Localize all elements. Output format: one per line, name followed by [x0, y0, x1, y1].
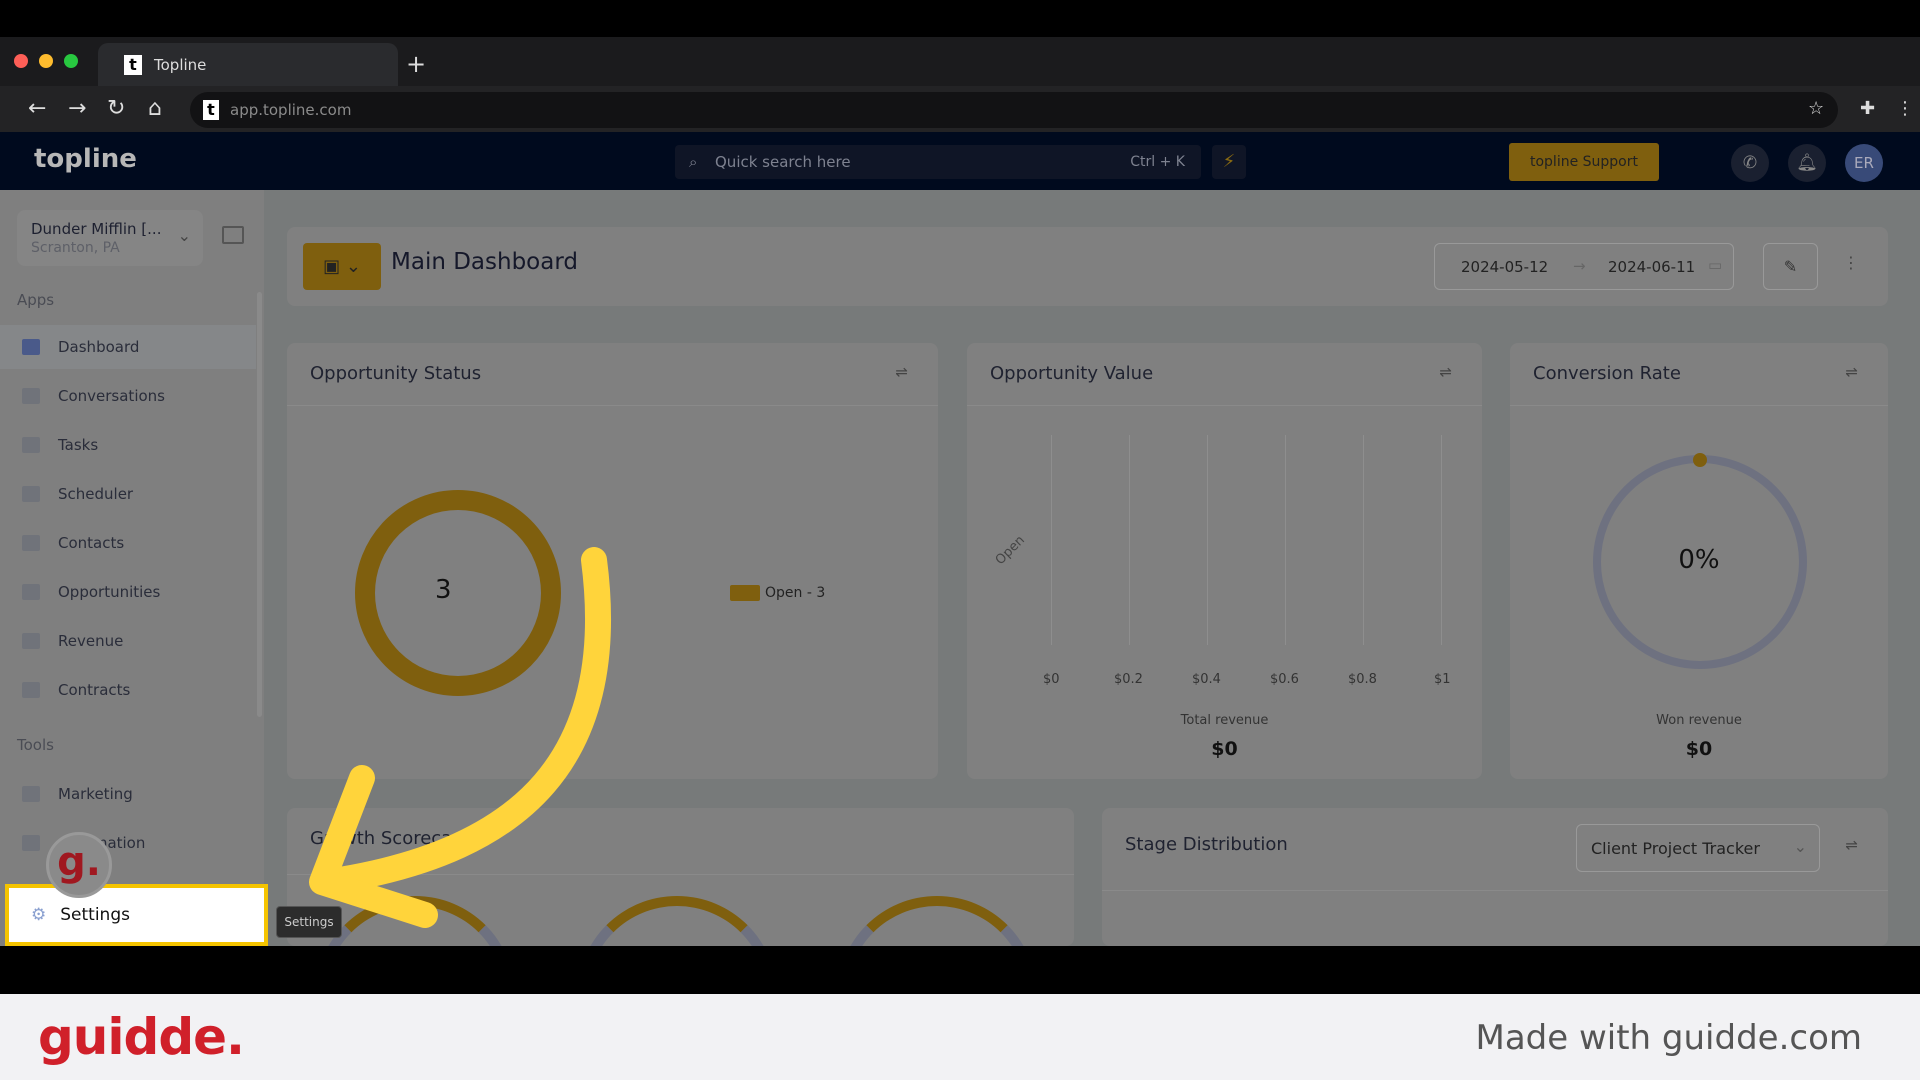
arrow-head — [309, 765, 438, 928]
guidde-logo: guidde. — [38, 1008, 245, 1066]
bottom-bar — [0, 946, 1920, 994]
arrow-curve — [327, 547, 611, 893]
made-with-text: Made with guidde.com — [1475, 1018, 1862, 1058]
annotation-arrow — [309, 547, 611, 928]
